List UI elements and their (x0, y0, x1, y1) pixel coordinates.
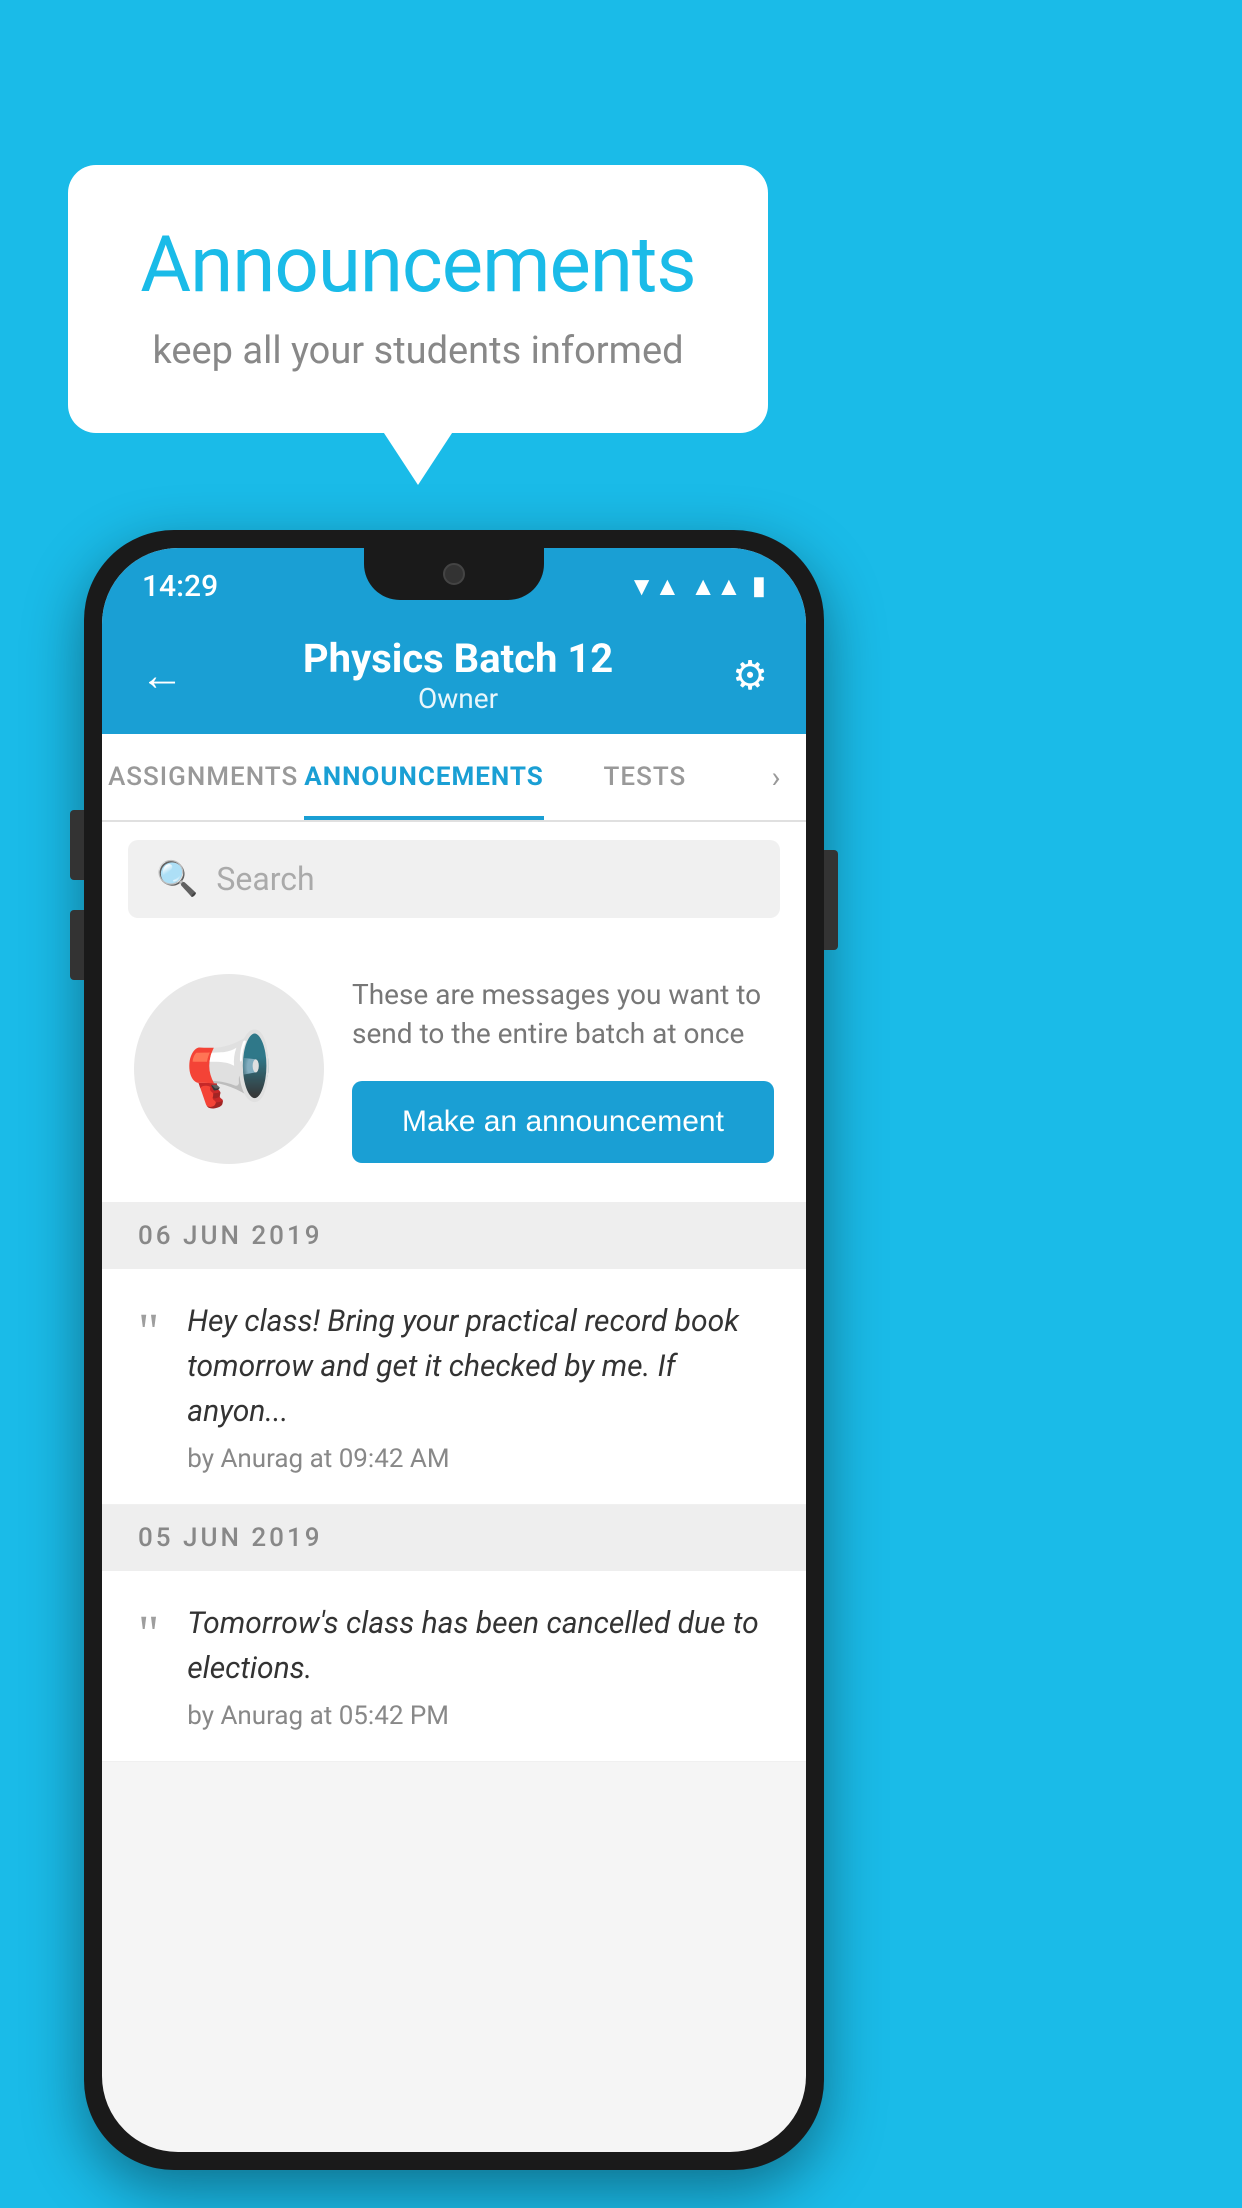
speech-bubble: Announcements keep all your students inf… (68, 165, 768, 433)
camera (443, 563, 465, 585)
announcement-content-2: Tomorrow's class has been cancelled due … (187, 1601, 770, 1731)
tab-more[interactable]: › (746, 734, 806, 820)
header-center: Physics Batch 12 Owner (303, 635, 613, 715)
promo-description: These are messages you want to send to t… (352, 975, 774, 1053)
header-subtitle: Owner (303, 682, 613, 715)
status-icons: ▼▲ ▲▲ ▮ (629, 571, 766, 602)
signal-icon: ▲▲ (690, 571, 741, 602)
phone-outer: 14:29 ▼▲ ▲▲ ▮ ← Physics Batch 12 Owner ⚙ (84, 530, 824, 2170)
announcement-meta-1: by Anurag at 09:42 AM (187, 1444, 770, 1474)
speech-bubble-title: Announcements (128, 220, 708, 311)
tab-assignments[interactable]: ASSIGNMENTS (102, 734, 304, 820)
phone-notch (364, 548, 544, 600)
speech-bubble-container: Announcements keep all your students inf… (68, 165, 768, 433)
tab-tests[interactable]: TESTS (544, 734, 746, 820)
phone-screen: 14:29 ▼▲ ▲▲ ▮ ← Physics Batch 12 Owner ⚙ (102, 548, 806, 2152)
promo-card: 📢 These are messages you want to send to… (102, 936, 806, 1203)
search-input[interactable]: Search (216, 860, 314, 898)
tab-announcements[interactable]: ANNOUNCEMENTS (304, 734, 543, 820)
date-separator-1: 06 JUN 2019 (102, 1203, 806, 1269)
announcement-text-1: Hey class! Bring your practical record b… (187, 1299, 770, 1434)
announcement-content-1: Hey class! Bring your practical record b… (187, 1299, 770, 1474)
megaphone-icon: 📢 (184, 1027, 274, 1112)
tabs-bar: ASSIGNMENTS ANNOUNCEMENTS TESTS › (102, 734, 806, 822)
wifi-icon: ▼▲ (629, 571, 680, 602)
search-bar[interactable]: 🔍 Search (128, 840, 780, 918)
settings-icon[interactable]: ⚙ (732, 652, 768, 699)
volume-up-button (70, 810, 84, 880)
date-separator-2: 05 JUN 2019 (102, 1505, 806, 1571)
search-container: 🔍 Search (102, 822, 806, 936)
make-announcement-button[interactable]: Make an announcement (352, 1081, 774, 1163)
quote-icon-1: " (138, 1307, 159, 1359)
power-button (824, 850, 838, 950)
announcement-item-1[interactable]: " Hey class! Bring your practical record… (102, 1269, 806, 1505)
announcement-text-2: Tomorrow's class has been cancelled due … (187, 1601, 770, 1691)
search-icon: 🔍 (156, 859, 198, 899)
battery-icon: ▮ (752, 571, 766, 601)
speech-bubble-subtitle: keep all your students informed (128, 329, 708, 373)
announcement-item-2[interactable]: " Tomorrow's class has been cancelled du… (102, 1571, 806, 1762)
status-time: 14:29 (142, 569, 218, 604)
announcement-meta-2: by Anurag at 05:42 PM (187, 1701, 770, 1731)
volume-down-button (70, 910, 84, 980)
header-title: Physics Batch 12 (303, 635, 613, 682)
app-header: ← Physics Batch 12 Owner ⚙ (102, 616, 806, 734)
back-button[interactable]: ← (140, 649, 184, 701)
megaphone-circle: 📢 (134, 974, 324, 1164)
quote-icon-2: " (138, 1609, 159, 1661)
phone-mockup: 14:29 ▼▲ ▲▲ ▮ ← Physics Batch 12 Owner ⚙ (84, 530, 824, 2170)
promo-right: These are messages you want to send to t… (352, 975, 774, 1163)
